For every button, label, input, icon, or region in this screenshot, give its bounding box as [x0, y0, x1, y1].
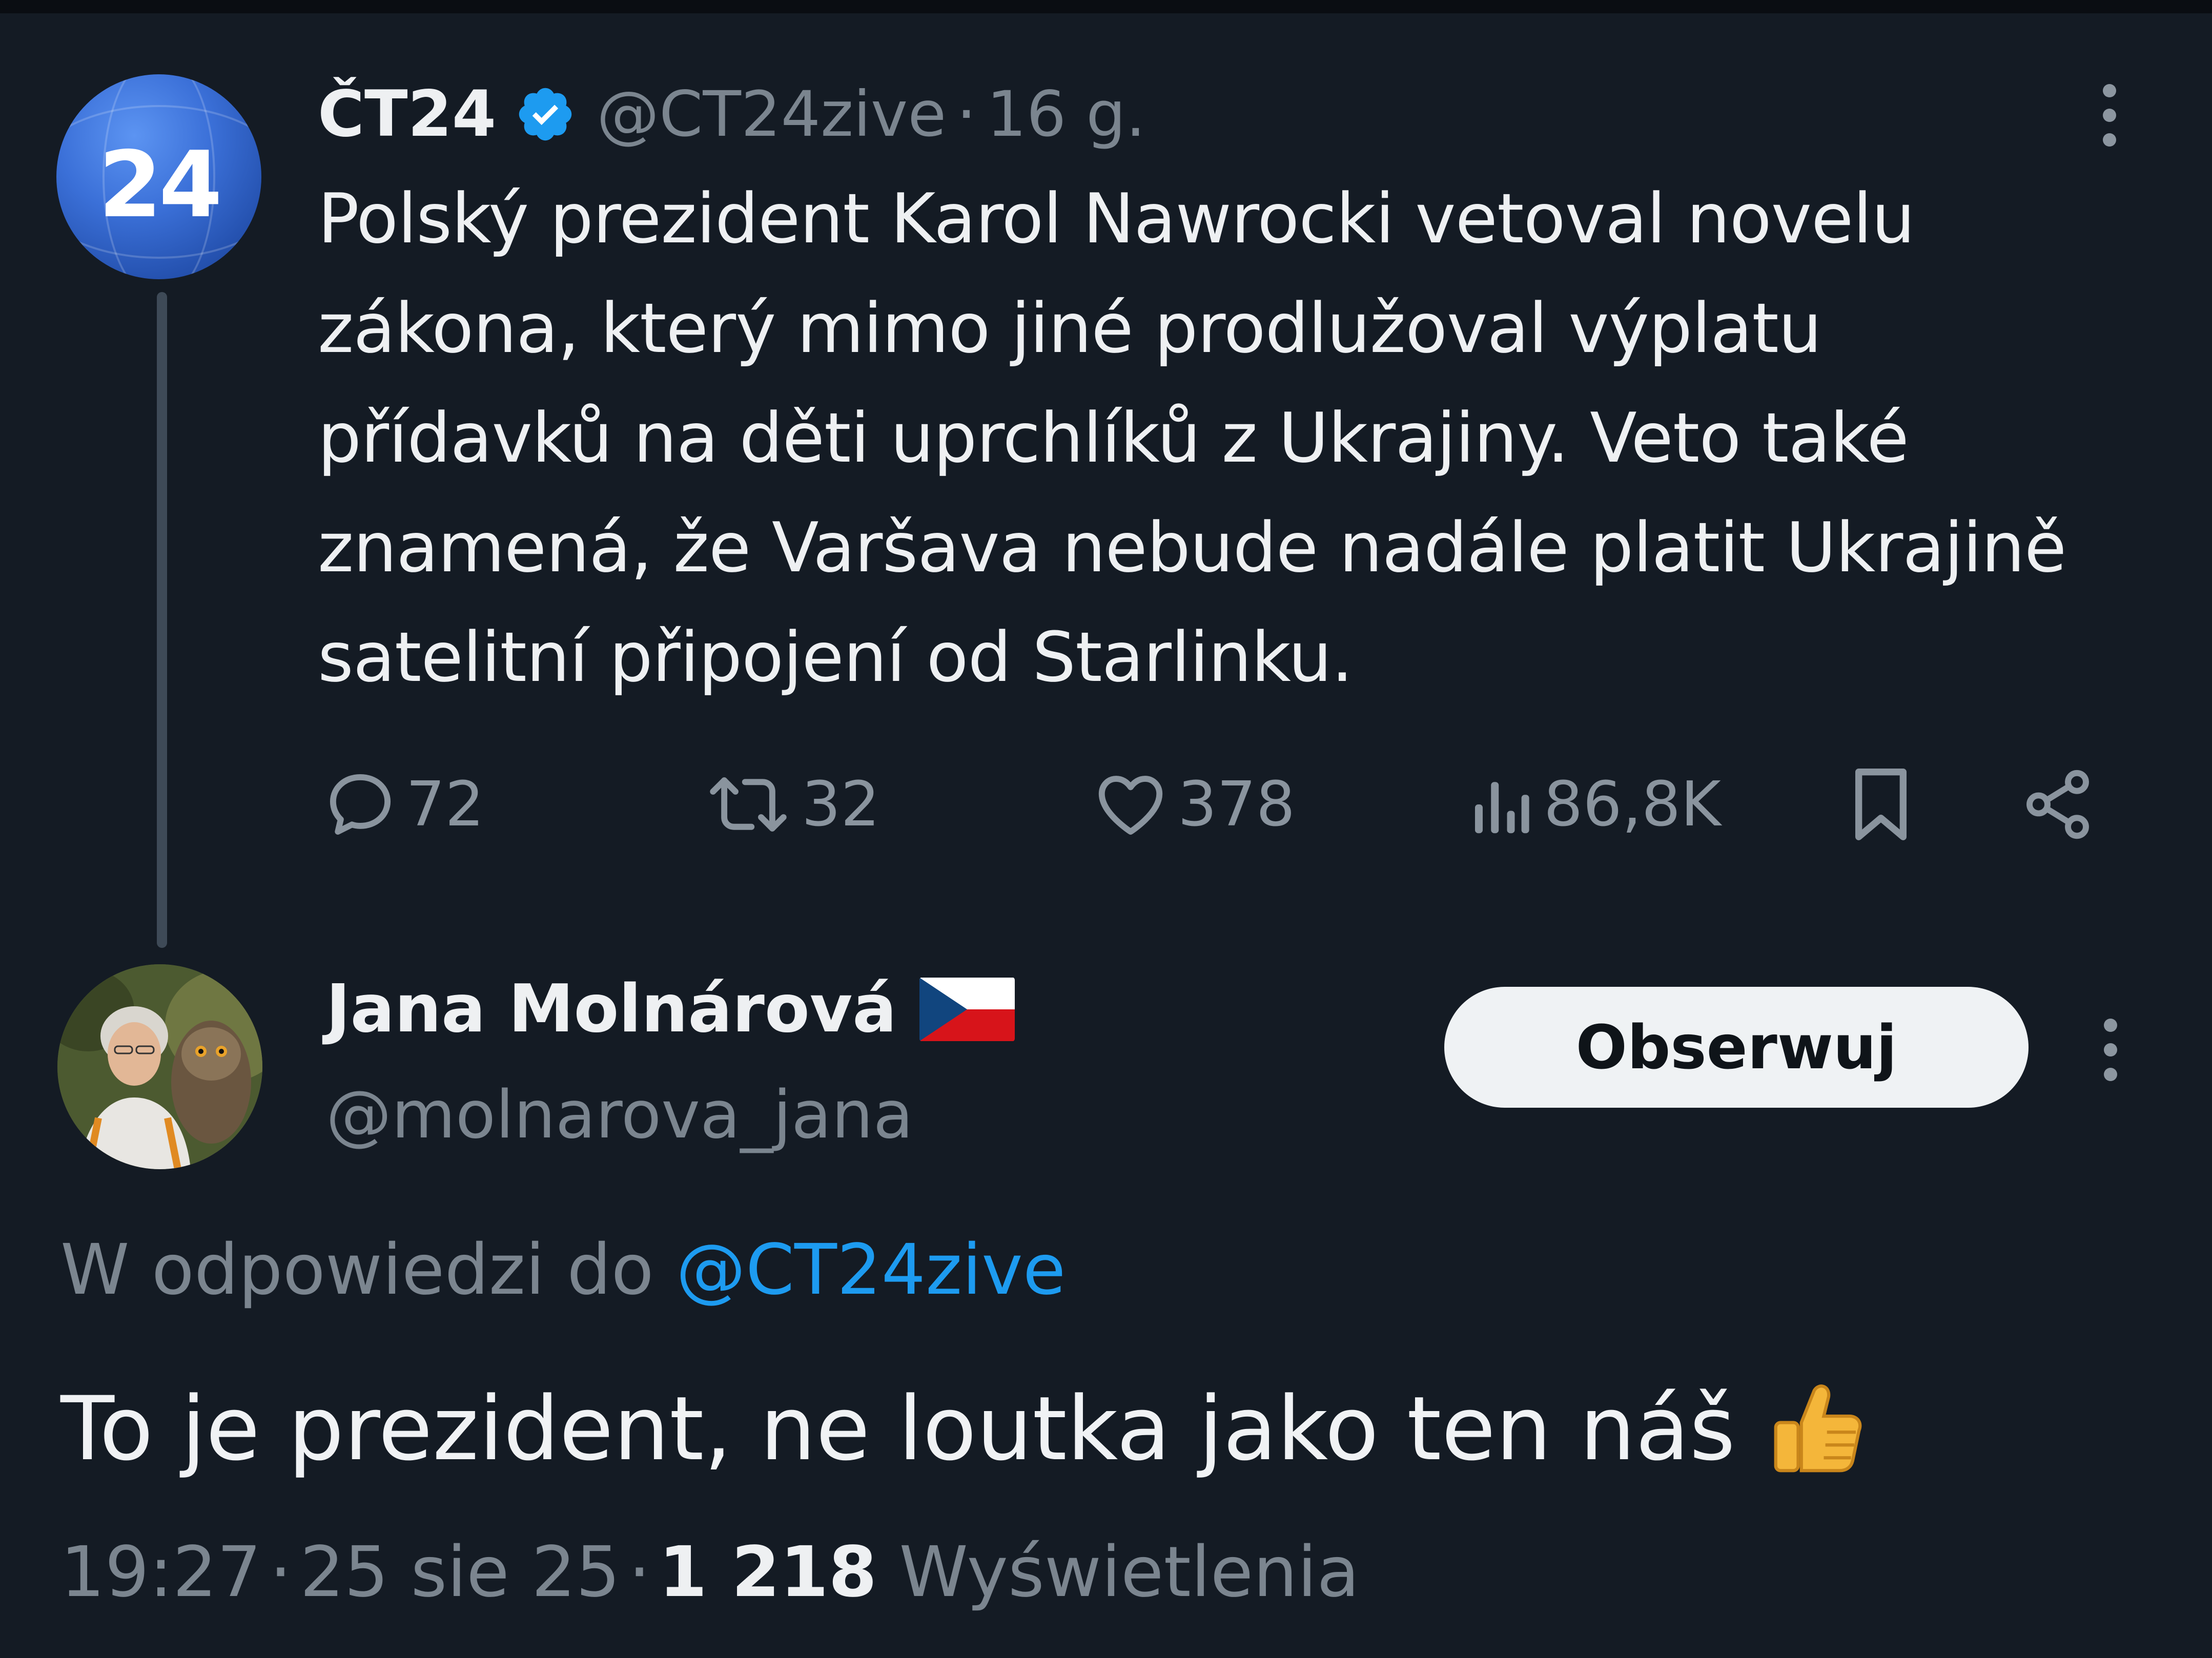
meta-separator: ·: [956, 78, 977, 151]
reply-views-label: Wyświetlenia: [899, 1532, 1360, 1613]
follow-button[interactable]: Obserwuj: [1444, 987, 2029, 1108]
top-edge-bar: [0, 0, 2212, 13]
views-action[interactable]: 86,8K: [1465, 758, 1721, 851]
reply-context: W odpowiedzi do @CT24zive: [60, 1230, 1066, 1311]
tweet-meta: @CT24zive · 16 g.: [597, 78, 1145, 151]
more-icon[interactable]: [2095, 1019, 2126, 1081]
ct24-logo-text: 24: [98, 132, 222, 238]
author-handle[interactable]: @CT24zive: [597, 78, 946, 151]
dot: [2103, 133, 2116, 147]
footer-separator: ·: [628, 1532, 651, 1613]
bookmark-icon: [1855, 769, 1907, 840]
avatar-photo: [57, 964, 262, 1169]
ct24-avatar[interactable]: 24: [56, 74, 261, 279]
repost-count: 32: [802, 769, 880, 840]
tweet-header: ČT24 @CT24zive · 16 g.: [318, 71, 1145, 158]
repost-action[interactable]: 32: [702, 758, 880, 851]
author-name[interactable]: ČT24: [318, 77, 496, 151]
verified-badge-icon: [519, 88, 572, 141]
like-count: 378: [1178, 769, 1296, 840]
dot: [2104, 1019, 2117, 1032]
reply-author-name[interactable]: Jana Molnárová: [326, 971, 897, 1047]
dot: [2103, 84, 2116, 97]
like-icon: [1098, 776, 1163, 835]
thumbs-up-icon: [1774, 1384, 1862, 1472]
share-action[interactable]: [2019, 758, 2096, 851]
reply-author: Jana Molnárová: [326, 971, 1015, 1047]
like-action[interactable]: 378: [1091, 758, 1295, 851]
tweet-text: Polský prezident Karol Nawrocki vetoval …: [318, 179, 2066, 697]
bookmark-action[interactable]: [1845, 758, 1917, 851]
dot: [2104, 1068, 2117, 1081]
reply-author-handle[interactable]: @molnarova_jana: [326, 1077, 913, 1153]
czech-flag-icon: [919, 977, 1015, 1041]
more-icon[interactable]: [2094, 84, 2125, 147]
reply-date[interactable]: 25 sie 25: [300, 1532, 620, 1613]
thread-connector-line: [157, 292, 167, 948]
views-count: 86,8K: [1544, 769, 1721, 840]
reply-to-prefix: W odpowiedzi do: [60, 1230, 654, 1311]
dot: [2103, 109, 2116, 122]
reply-time[interactable]: 19:27: [60, 1532, 261, 1613]
reply-action[interactable]: 72: [322, 758, 484, 851]
reply-footer: 19:27 · 25 sie 25 · 1 218 Wyświetlenia: [60, 1532, 1360, 1613]
reply-text: To je prezident, ne loutka jako ten náš: [60, 1377, 1735, 1480]
tweet-timestamp[interactable]: 16 g.: [987, 78, 1145, 151]
dot: [2104, 1043, 2117, 1056]
footer-separator: ·: [269, 1532, 292, 1613]
repost-icon: [710, 777, 787, 832]
reply-text-line: To je prezident, ne loutka jako ten náš: [60, 1377, 1869, 1480]
reply-icon: [330, 774, 391, 835]
reply-to-mention-link[interactable]: @CT24zive: [676, 1230, 1066, 1311]
share-icon: [2026, 770, 2089, 839]
jana-molnarova-avatar[interactable]: [57, 964, 262, 1169]
reply-views-count[interactable]: 1 218: [659, 1532, 877, 1613]
reply-count: 72: [406, 769, 484, 840]
views-icon: [1475, 782, 1529, 834]
